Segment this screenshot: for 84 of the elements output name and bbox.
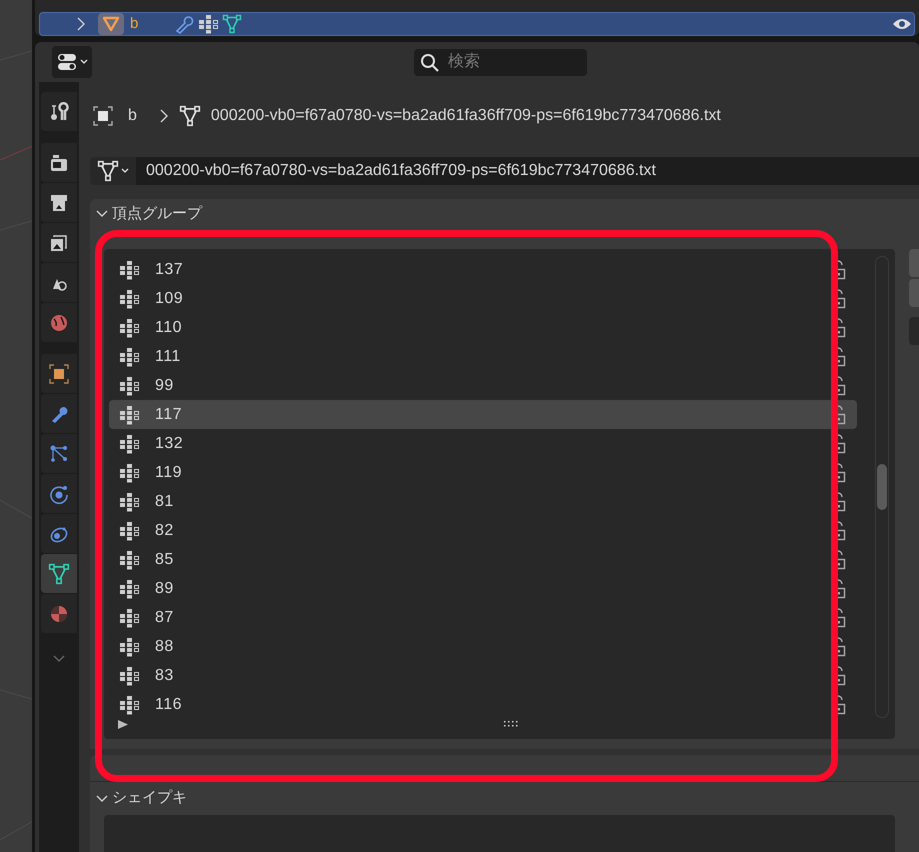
vertex-group-name: 109 xyxy=(155,288,184,308)
vertex-group-icon xyxy=(119,578,141,598)
mesh-icon xyxy=(178,105,201,127)
vertex-group-name: 81 xyxy=(155,492,174,512)
search-icon xyxy=(420,52,440,72)
orbit-icon xyxy=(49,484,69,504)
vertex-group-row[interactable]: 117 xyxy=(109,400,857,429)
resize-grip-icon[interactable] xyxy=(504,721,519,727)
breadcrumb-object: b xyxy=(128,106,137,126)
properties-tab[interactable] xyxy=(41,143,77,182)
panel-header[interactable]: 頂点グループ xyxy=(90,199,919,229)
vertex-group-icon xyxy=(119,376,141,396)
caret-icon xyxy=(121,168,129,174)
vertex-group-icon xyxy=(119,434,141,454)
mesh-icon xyxy=(48,562,70,584)
properties-tab[interactable] xyxy=(41,474,77,513)
toggle-icon xyxy=(56,53,78,71)
image-stack-icon xyxy=(49,232,69,252)
eye-icon[interactable] xyxy=(892,17,912,31)
vertex-group-name: 110 xyxy=(155,318,182,338)
panel-title: 頂点グループ xyxy=(112,204,202,224)
vertex-group-icon xyxy=(119,288,141,308)
nodes-icon xyxy=(49,444,69,464)
properties-tab[interactable] xyxy=(41,92,77,131)
vertex-group-name: 117 xyxy=(155,404,182,424)
mesh-name-field[interactable]: 000200-vb0=f67a0780-vs=ba2ad61fa36ff709-ps=6f619bc773470686.txt xyxy=(136,157,919,185)
object-type-icon[interactable] xyxy=(98,13,124,35)
mesh-icon xyxy=(222,14,242,34)
vertex-group-name: 83 xyxy=(155,666,174,686)
vertex-group-icon xyxy=(119,694,141,714)
vertex-group-name: 88 xyxy=(155,636,174,656)
editor-type-button[interactable] xyxy=(52,46,92,78)
mesh-selector-button[interactable] xyxy=(90,157,136,185)
vertex-group-icon xyxy=(119,520,141,540)
properties-tab[interactable] xyxy=(41,554,77,593)
vertex-group-name: 99 xyxy=(155,376,174,396)
properties-tab[interactable] xyxy=(41,223,77,262)
globe-icon xyxy=(49,312,69,332)
properties-tab[interactable] xyxy=(41,263,77,302)
properties-tab[interactable] xyxy=(41,183,77,222)
vertex-group-icon xyxy=(119,462,141,482)
square-icon xyxy=(49,364,69,384)
vertex-group-icon xyxy=(119,636,141,656)
properties-tab[interactable] xyxy=(41,434,77,473)
object-icon xyxy=(93,106,113,126)
chevron-right-icon xyxy=(158,109,169,123)
vertex-group-name: 87 xyxy=(155,608,174,628)
camera-icon xyxy=(49,152,69,172)
tool-icon xyxy=(49,102,69,122)
vertex-group-icon xyxy=(119,346,141,366)
checker-sphere-icon xyxy=(49,604,69,624)
vertex-group-name: 111 xyxy=(155,346,181,366)
object-name: b xyxy=(130,14,138,34)
vertex-group-name: 116 xyxy=(155,694,182,714)
vertex-group-name: 85 xyxy=(155,550,174,570)
mesh-icon xyxy=(97,160,119,182)
breadcrumb-mesh: 000200-vb0=f67a0780-vs=ba2ad61fa36ff709-ps=6f619bc773470686.txt xyxy=(210,106,721,126)
properties-tab[interactable] xyxy=(41,514,77,553)
wrench-icon[interactable] xyxy=(174,14,194,34)
caret-icon xyxy=(80,59,88,65)
chevron-down-icon xyxy=(96,794,108,804)
vertex-group-name: 132 xyxy=(155,434,184,454)
panel-title: シェイプキ xyxy=(112,788,187,808)
printer-icon xyxy=(49,192,69,212)
vertex-group-icon xyxy=(119,318,141,338)
vertex-group-icon xyxy=(119,404,141,424)
vertex-group-icon xyxy=(198,14,220,34)
properties-tab[interactable] xyxy=(41,354,77,393)
expand-triangle-icon[interactable] xyxy=(118,720,128,729)
vertex-group-name: 82 xyxy=(155,520,174,540)
vertex-group-name: 119 xyxy=(155,462,182,482)
vertex-group-icon xyxy=(119,260,141,280)
vertex-group-name: 137 xyxy=(155,260,184,280)
vertex-group-icon xyxy=(119,492,141,512)
vertex-group-icon xyxy=(119,550,141,570)
vertex-group-icon xyxy=(119,608,141,628)
vertex-group-name: 89 xyxy=(155,578,174,598)
scrollbar-thumb[interactable] xyxy=(877,464,887,510)
vertex-group-icon xyxy=(119,666,141,686)
chevron-right-icon[interactable] xyxy=(76,17,86,31)
chevron-down-icon[interactable] xyxy=(53,655,65,663)
properties-tab[interactable] xyxy=(41,394,77,433)
outliner-row[interactable]: b xyxy=(39,12,915,36)
search-field[interactable]: 検索 xyxy=(414,48,587,76)
